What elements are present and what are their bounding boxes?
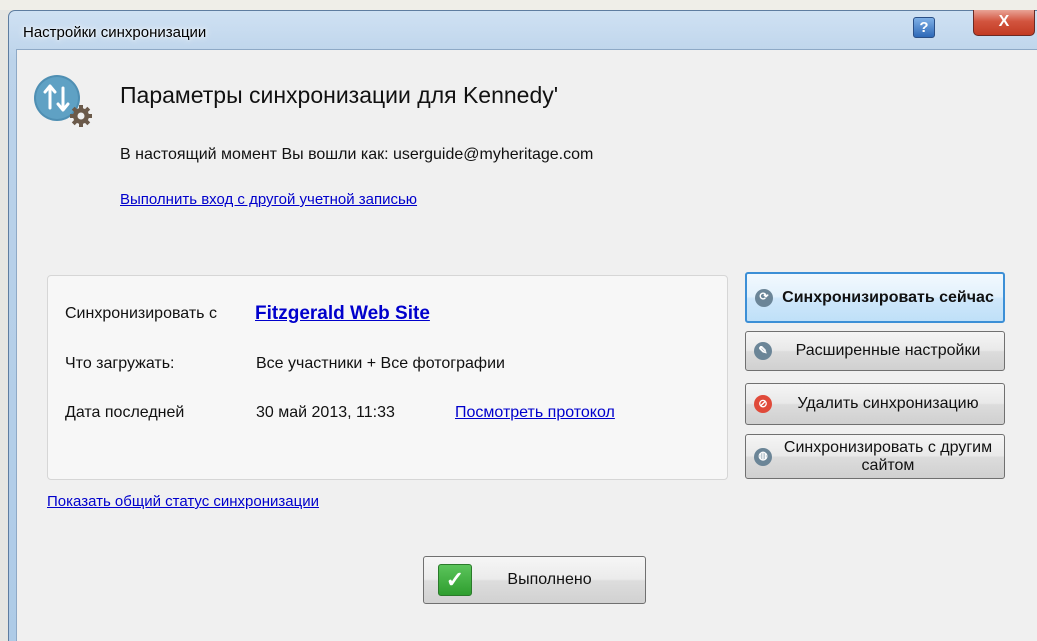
desktop-strip	[0, 0, 1037, 10]
delete-sync-label: Удалить синхронизацию	[797, 395, 979, 412]
sync-other-site-button[interactable]: ◍ Синхронизировать с другим сайтом	[745, 434, 1005, 479]
done-button[interactable]: ✓ Выполнено	[423, 556, 646, 604]
overall-status-link[interactable]: Показать общий статус синхронизации	[47, 493, 319, 510]
what-to-upload-value: Все участники + Все фотографии	[256, 355, 505, 372]
dialog-heading: Параметры синхронизации для Kennedy'	[120, 82, 559, 108]
pencil-icon: ✎	[754, 342, 772, 360]
what-to-upload-label: Что загружать:	[65, 355, 175, 372]
advanced-settings-button[interactable]: ✎ Расширенные настройки	[745, 331, 1005, 371]
window-title: Настройки синхронизации	[23, 24, 207, 41]
sync-now-label: Синхронизировать сейчас	[782, 288, 994, 306]
globe-icon: ◍	[754, 447, 772, 466]
done-label: Выполнено	[507, 571, 592, 588]
close-button[interactable]: X	[973, 10, 1035, 36]
site-link[interactable]: Fitzgerald Web Site	[255, 303, 430, 325]
switch-account-link[interactable]: Выполнить вход с другой учетной записью	[120, 191, 417, 208]
checkmark-icon: ✓	[438, 564, 472, 596]
delete-sync-icon: ⊘	[754, 395, 772, 413]
view-log-link[interactable]: Посмотреть протокол	[455, 404, 615, 422]
title-bar: Настройки синхронизации ? X	[9, 10, 1037, 49]
delete-sync-button[interactable]: ⊘ Удалить синхронизацию	[745, 383, 1005, 425]
sync-now-button[interactable]: ⟳ Синхронизировать сейчас	[745, 272, 1005, 323]
help-button[interactable]: ?	[913, 17, 935, 38]
logged-in-text: В настоящий момент Вы вошли как: usergui…	[120, 146, 594, 163]
sync-settings-icon	[34, 75, 92, 127]
sync-icon: ⟳	[755, 288, 773, 307]
sync-other-site-label: Синхронизировать с другим сайтом	[783, 438, 993, 474]
last-sync-date-value: 30 май 2013, 11:33	[256, 404, 395, 421]
advanced-settings-label: Расширенные настройки	[795, 342, 981, 359]
sync-with-label: Синхронизировать с	[65, 305, 217, 322]
last-sync-date-label: Дата последней	[65, 404, 185, 421]
